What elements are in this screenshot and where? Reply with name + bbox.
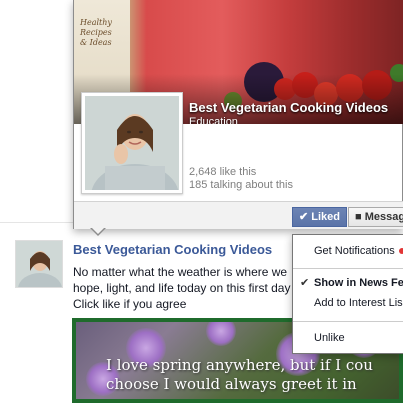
hovercard-footer: ✔ Liked ■ Messag <box>74 201 403 229</box>
cover-menu-text: Healthy Recipes & Ideas <box>80 18 130 48</box>
cover-menu-text-line: Healthy Recipes <box>80 18 112 37</box>
hovercard-pointer-inner <box>91 227 105 234</box>
checkmark-icon: ✔ <box>300 277 310 289</box>
liked-button-label: Liked <box>311 211 341 223</box>
menu-item-add-to-interest-lists[interactable]: Add to Interest Lis <box>293 293 403 313</box>
menu-item-label: Show in News Fe <box>314 277 403 289</box>
message-button-label: Messag <box>364 211 403 223</box>
post-text-line: hope, light, and life today on this firs… <box>73 281 291 295</box>
menu-item-label: Unlike <box>314 332 345 344</box>
menu-divider <box>293 321 403 322</box>
post-text-line: Click like if you agree <box>73 297 187 311</box>
hovercard-profile-picture[interactable] <box>81 92 183 194</box>
avatar-woman-image <box>16 241 62 287</box>
menu-item-unlike[interactable]: Unlike <box>293 328 403 348</box>
menu-item-label: Add to Interest Lis <box>314 297 403 309</box>
hovercard-page-name[interactable]: Best Vegetarian Cooking Videos <box>189 100 388 115</box>
post-text: No matter what the weather is where we h… <box>73 264 313 312</box>
flower-shape <box>206 322 236 346</box>
check-icon: ✔ <box>299 211 309 223</box>
menu-item-show-in-news-feed[interactable]: ✔ Show in News Fe <box>293 273 403 293</box>
hovercard-stats: 2,648 like this 185 talking about this <box>189 166 293 192</box>
notification-dot-icon <box>399 248 403 254</box>
liked-dropdown-menu: Get Notifications ✔ Show in News Fe Add … <box>292 234 403 354</box>
menu-divider <box>293 268 403 269</box>
liked-button[interactable]: ✔ Liked <box>292 207 347 227</box>
profile-woman-image <box>85 96 179 190</box>
page-hovercard: Healthy Recipes & Ideas Best Vegetarian … <box>73 0 403 229</box>
hovercard-category[interactable]: Education <box>189 116 238 124</box>
cover-menu-text-line: & Ideas <box>80 38 112 47</box>
menu-item-label: Get Notifications <box>314 245 395 257</box>
image-quote-line: choose I would always greet it in <box>106 375 357 393</box>
talking-count: 185 talking about this <box>189 179 293 191</box>
post-page-avatar[interactable] <box>15 240 63 288</box>
post-text-line: No matter what the weather is where we <box>73 265 288 279</box>
message-button[interactable]: ■ Messag <box>348 207 403 227</box>
menu-item-get-notifications[interactable]: Get Notifications <box>293 241 403 261</box>
post-page-title-link[interactable]: Best Vegetarian Cooking Videos <box>73 242 272 257</box>
speech-bubble-icon: ■ <box>355 211 362 223</box>
likes-count: 2,648 like this <box>189 166 257 178</box>
image-quote-line: I love spring anywhere, but if I cou <box>106 356 373 374</box>
